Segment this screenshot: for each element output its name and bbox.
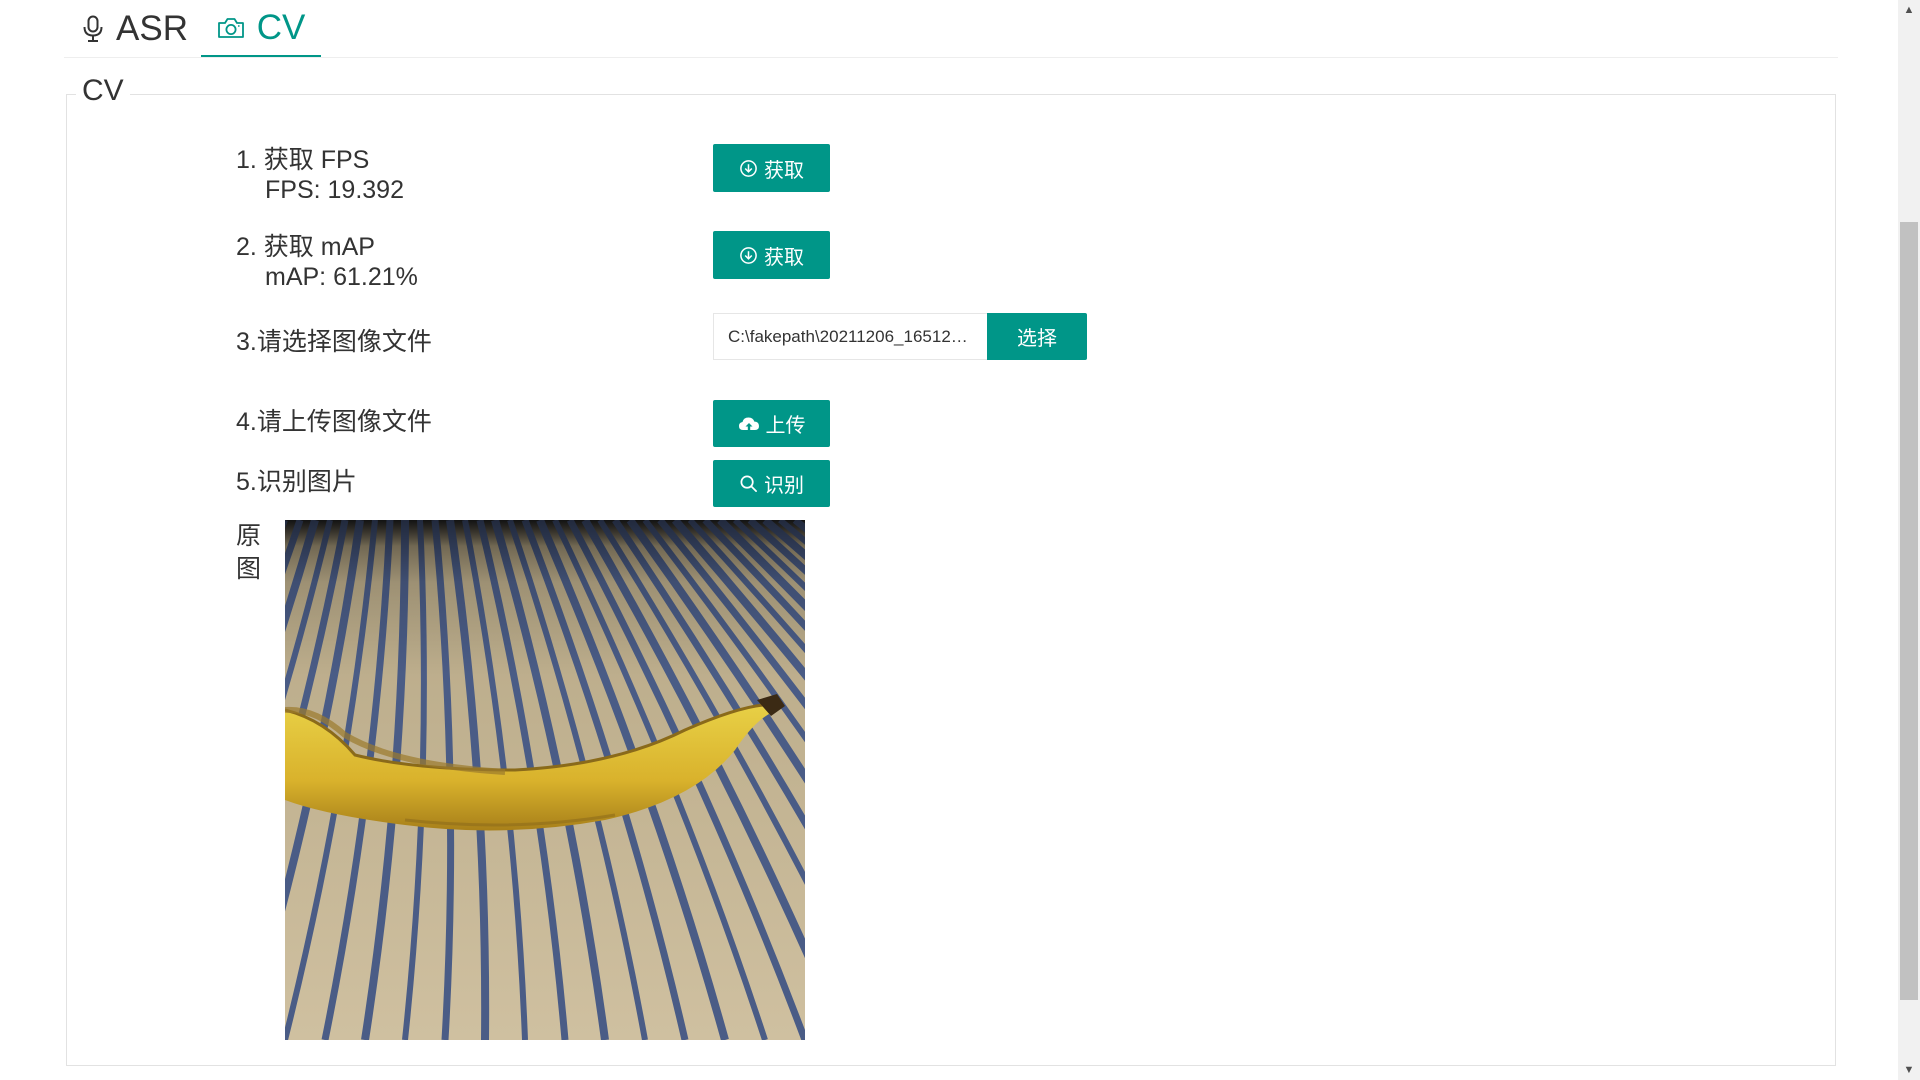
step-select-label: 3.请选择图像文件 [236,328,432,356]
step-fps-label: 1. 获取 FPS [236,146,370,174]
get-fps-button[interactable]: 获取 [713,144,830,192]
original-image [285,520,805,1040]
step-upload-label: 4.请上传图像文件 [236,408,432,436]
map-result: mAP: 61.21% [265,263,418,291]
get-map-button[interactable]: 获取 [713,231,830,279]
scroll-up-icon[interactable]: ▲ [1898,0,1920,20]
tab-bar: ASR CV [64,0,1838,58]
download-circle-icon [739,159,758,178]
recognize-button-label: 识别 [764,475,804,497]
get-map-button-label: 获取 [764,246,804,269]
tab-asr[interactable]: ASR [82,0,188,57]
step-recognize-label: 5.识别图片 [236,468,357,496]
tab-asr-label: ASR [116,8,188,48]
scrollbar-thumb[interactable] [1900,222,1918,1000]
scroll-down-icon[interactable]: ▼ [1898,1060,1920,1080]
fps-result: FPS: 19.392 [265,176,404,204]
search-icon [739,474,758,493]
camera-icon [217,16,245,40]
page: ASR CV CV 1. 获取 FPS FPS: 19.392 获取 2. 获取… [0,0,1920,1080]
microphone-icon [82,15,104,43]
choose-file-button[interactable]: 选择 [987,313,1087,360]
panel-legend: CV [76,74,130,108]
upload-button[interactable]: 上传 [713,400,830,447]
tab-cv-label: CV [256,7,306,47]
original-image-label: 原 图 [236,522,262,583]
cloud-upload-icon [738,415,760,433]
choose-file-button-label: 选择 [1017,328,1057,350]
step-map-label: 2. 获取 mAP [236,233,375,261]
upload-button-label: 上传 [765,415,806,437]
tab-cv[interactable]: CV [201,0,321,57]
get-fps-button-label: 获取 [764,159,804,182]
download-circle-icon [739,246,758,265]
file-path-input[interactable]: C:\fakepath\20211206_165124.jpg [713,313,987,360]
recognize-button[interactable]: 识别 [713,460,830,507]
